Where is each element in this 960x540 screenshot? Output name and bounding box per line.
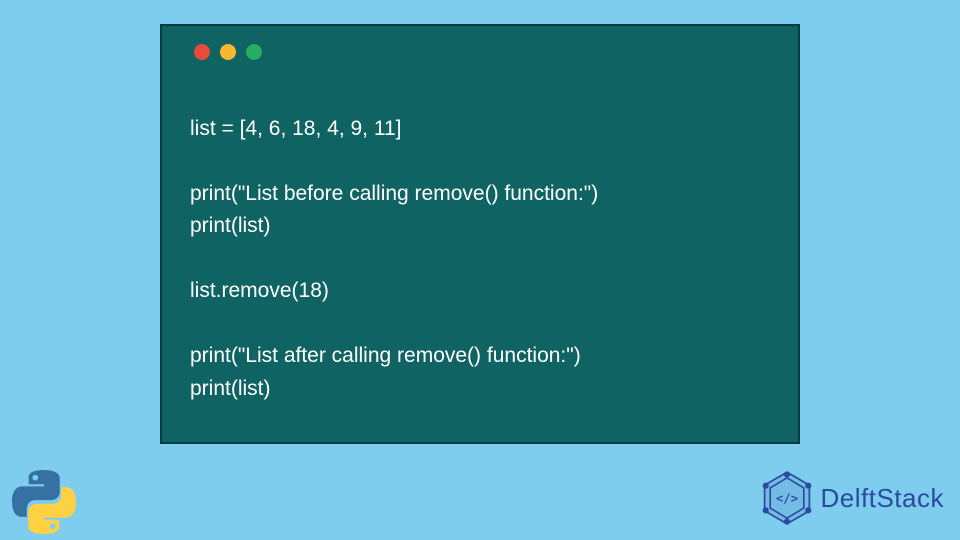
code-area: list = [4, 6, 18, 4, 9, 11] print("List … — [190, 80, 770, 405]
code-line: print(list) — [190, 214, 271, 237]
close-icon — [194, 44, 210, 60]
delftstack-brand: </> DelftStack — [759, 470, 945, 526]
brand-name: DelftStack — [821, 483, 945, 514]
minimize-icon — [220, 44, 236, 60]
maximize-icon — [246, 44, 262, 60]
code-window: list = [4, 6, 18, 4, 9, 11] print("List … — [160, 24, 800, 444]
traffic-lights — [194, 44, 770, 60]
svg-text:</>: </> — [775, 491, 797, 505]
code-line: print("List after calling remove() funct… — [190, 344, 581, 367]
code-line: print("List before calling remove() func… — [190, 182, 598, 205]
code-line: list = [4, 6, 18, 4, 9, 11] — [190, 117, 402, 140]
python-logo-icon — [12, 470, 76, 534]
code-line: list.remove(18) — [190, 279, 329, 302]
code-line: print(list) — [190, 377, 271, 400]
delftstack-logo-icon: </> — [759, 470, 815, 526]
